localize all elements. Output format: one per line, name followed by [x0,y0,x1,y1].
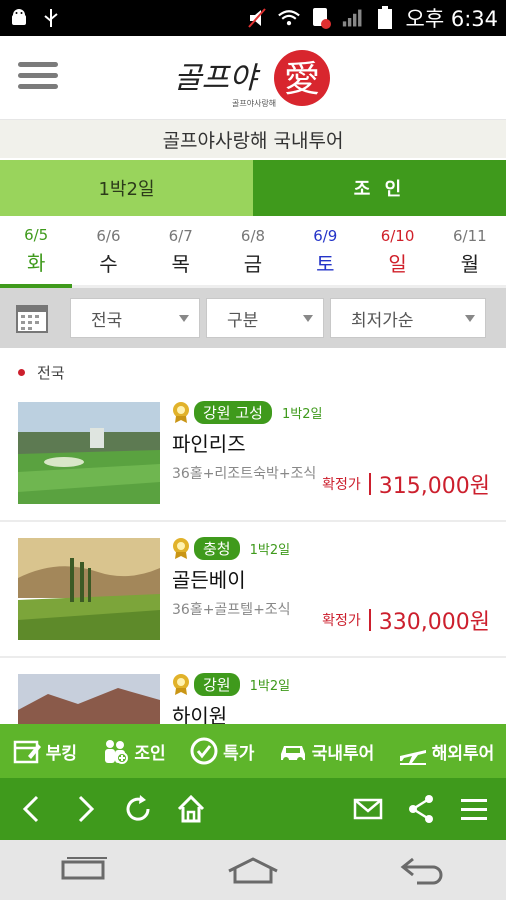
app-header: 골프야 愛 골프야사랑해 [0,36,506,120]
brand-logo[interactable]: 골프야 愛 골프야사랑해 [172,46,336,110]
duration-label: 1박2일 [281,406,323,422]
wifi-icon [277,7,300,29]
date-6-9[interactable]: 6/9 토 [289,218,362,288]
booking-icon [13,740,41,764]
duration-label: 1박2일 [249,678,291,694]
duration-label: 1박2일 [249,542,291,558]
mode-tabs: 1박2일 조 인 [0,160,506,216]
medal-icon [173,402,189,423]
signal-icon [342,7,364,29]
region-tag: 강원 [194,672,240,696]
status-bar: 오후 6:34 [0,0,506,36]
refresh-button[interactable] [118,789,158,829]
android-icon [8,7,30,29]
svg-text:골프야사랑해: 골프야사랑해 [232,98,276,108]
plane-icon [399,750,426,765]
category-bar: 부킹 조인 특가 국내투어 해외투어 [0,724,506,778]
date-6-10[interactable]: 6/10 일 [361,218,434,288]
back-button[interactable] [12,789,52,829]
overseas-tour-button[interactable]: 해외투어 [398,736,494,766]
usb-icon [40,7,62,29]
back-icon [22,795,39,823]
price-label: 확정가 [322,613,361,629]
battery-icon [374,6,396,29]
share-button[interactable] [401,789,441,829]
date-6-6[interactable]: 6/6 수 [72,218,145,288]
domestic-tour-button[interactable]: 국내투어 [278,736,374,766]
date-selector: 6/5 화 6/6 수 6/7 목 6/8 금 6/9 토 6/10 일 6/1… [0,218,506,288]
date-6-11[interactable]: 6/11 월 [433,218,506,288]
system-nav-bar [0,840,506,900]
price-value: 330,000원 [378,610,490,635]
mail-icon [353,798,382,820]
tab-1night2days[interactable]: 1박2일 [0,160,253,216]
list-item[interactable]: 충청 1박2일 골든베이 36홀+골프텔+조식 확정가 330,000원 [0,524,506,658]
home-nav-button[interactable] [223,850,283,890]
booking-button[interactable]: 부킹 [12,736,77,766]
bullet-dot [18,369,25,376]
hamburger-menu-icon[interactable] [18,62,58,94]
page-subtitle: 골프야사랑해 국내투어 [0,120,506,158]
date-6-8[interactable]: 6/8 금 [216,218,290,288]
join-button[interactable]: 조인 [100,736,166,766]
tab-join[interactable]: 조 인 [253,160,506,216]
medal-icon [173,538,189,559]
list-item[interactable]: 강원 고성 1박2일 파인리즈 36홀+리조트숙박+조식 확정가 315,000… [0,388,506,522]
price-label: 확정가 [322,477,361,493]
course-thumbnail [18,402,160,504]
sort-select[interactable]: 최저가순 [330,298,486,338]
course-name: 골든베이 [172,568,246,592]
join-icon [105,740,129,764]
home-button[interactable] [171,789,211,829]
medal-icon [173,674,189,695]
category-select[interactable]: 구분 [206,298,324,338]
mail-button[interactable] [348,789,388,829]
svg-text:골프야: 골프야 [174,61,261,96]
course-thumbnail [18,538,160,640]
caret-down-icon [303,314,313,322]
back-nav-button[interactable] [392,850,452,890]
home-icon [178,794,205,823]
region-tag: 충청 [194,536,240,560]
date-6-7[interactable]: 6/7 목 [144,218,217,288]
car-icon [280,746,305,763]
svg-text:愛: 愛 [284,59,320,100]
special-icon [190,737,218,765]
forward-button[interactable] [65,789,105,829]
home-nav-icon [228,857,278,884]
recent-apps-button[interactable] [54,850,114,890]
menu-icon [460,799,487,820]
share-icon [408,795,433,823]
region-select[interactable]: 전국 [70,298,200,338]
special-button[interactable]: 특가 [189,736,254,766]
forward-icon [79,795,95,823]
region-label: 전국 [18,362,65,383]
region-tag: 강원 고성 [194,400,272,424]
caret-down-icon [465,314,475,322]
sim-icon [310,7,332,29]
mute-icon [246,7,268,29]
course-name: 파인리즈 [172,432,246,456]
app-screen: 오후 6:34 골프야 愛 골프야사랑해 골프야사랑해 국내투어 1박2일 조 … [0,0,506,900]
status-time: 오후 6:34 [405,7,498,31]
date-6-5[interactable]: 6/5 화 [0,218,73,288]
back-nav-icon [400,857,443,885]
menu-button[interactable] [454,789,494,829]
browser-toolbar [0,778,506,840]
refresh-icon [126,795,150,821]
filter-bar: 전국 구분 최저가순 [0,288,506,348]
calendar-icon[interactable] [14,300,50,336]
recent-apps-icon [61,857,108,880]
caret-down-icon [179,314,189,322]
price-value: 315,000원 [378,474,490,499]
